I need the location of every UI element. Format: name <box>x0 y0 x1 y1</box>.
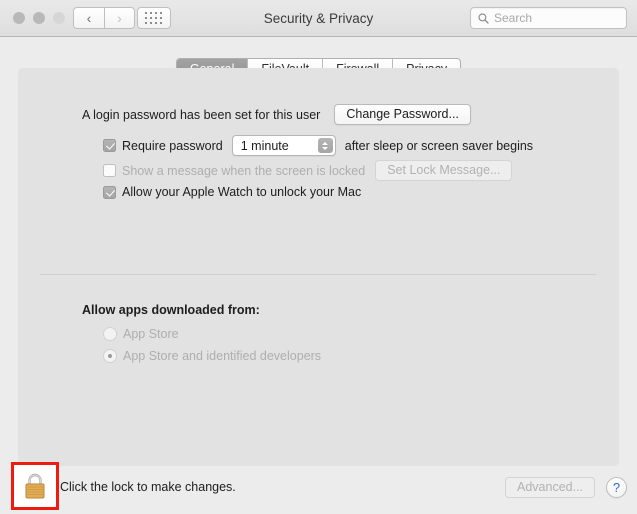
help-button[interactable]: ? <box>606 477 627 498</box>
require-password-delay-popup[interactable]: 1 minute <box>231 135 336 156</box>
lock-highlight-box <box>11 462 59 510</box>
require-password-delay-value: 1 minute <box>240 138 289 153</box>
require-password-suffix: after sleep or screen saver begins <box>344 138 534 153</box>
apple-watch-checkbox[interactable] <box>103 185 116 199</box>
apple-watch-label: Allow your Apple Watch to unlock your Ma… <box>122 185 362 199</box>
radio-app-store-identified[interactable] <box>103 349 117 363</box>
require-password-row: Require password 1 minute after sleep or… <box>103 135 533 156</box>
advanced-button[interactable]: Advanced... <box>505 477 595 498</box>
chevron-updown-icon <box>317 138 333 153</box>
section-divider <box>40 274 596 275</box>
lock-instruction-text: Click the lock to make changes. <box>60 480 236 494</box>
radio-app-store-label: App Store <box>123 327 179 341</box>
require-password-label: Require password <box>122 138 223 153</box>
window-titlebar: ‹ › Security & Privacy Search <box>0 0 637 37</box>
general-pane: A login password has been set for this u… <box>0 68 637 466</box>
lock-message-row: Show a message when the screen is locked… <box>103 160 513 181</box>
lock-message-label: Show a message when the screen is locked <box>122 163 366 178</box>
security-privacy-window: ‹ › Security & Privacy Search General <box>0 0 637 514</box>
closed-padlock-icon[interactable] <box>21 470 49 502</box>
search-icon <box>478 12 489 24</box>
allow-apps-option-appstore-identified[interactable]: App Store and identified developers <box>103 349 321 363</box>
radio-app-store-identified-label: App Store and identified developers <box>123 349 322 363</box>
login-password-status: A login password has been set for this u… <box>82 107 321 122</box>
login-password-row: A login password has been set for this u… <box>82 104 471 125</box>
search-field[interactable]: Search <box>470 7 627 29</box>
set-lock-message-button[interactable]: Set Lock Message... <box>375 160 513 181</box>
radio-app-store[interactable] <box>103 327 117 341</box>
search-placeholder: Search <box>494 11 533 25</box>
allow-apps-title-row: Allow apps downloaded from: <box>82 303 260 317</box>
change-password-button[interactable]: Change Password... <box>334 104 471 125</box>
allow-apps-title: Allow apps downloaded from: <box>82 303 260 317</box>
allow-apps-option-appstore[interactable]: App Store <box>103 327 179 341</box>
require-password-checkbox[interactable] <box>103 139 116 152</box>
apple-watch-row: Allow your Apple Watch to unlock your Ma… <box>103 185 361 199</box>
lock-message-checkbox[interactable] <box>103 164 116 177</box>
